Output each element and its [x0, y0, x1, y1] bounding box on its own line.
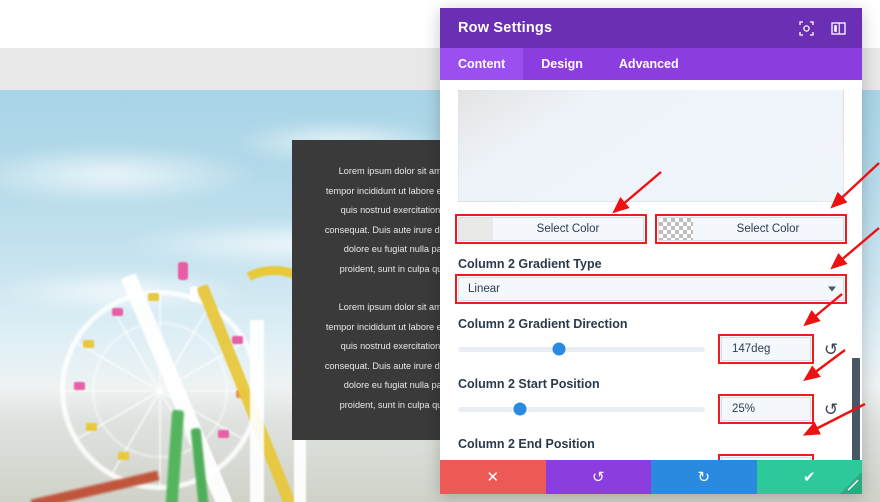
overlay-line: quis nostrud exercitation ull [340, 341, 452, 351]
overlay-line: Lorem ipsum dolor sit amet, [338, 166, 452, 176]
overlay-line: tempor incididunt ut labore et d [325, 185, 452, 196]
overlay-paragraph: Lorem ipsum dolor sit amet, tempor incid… [302, 298, 452, 415]
page-title: Row Settings [458, 20, 553, 36]
select-color-button-start[interactable]: Select Color [455, 214, 647, 244]
overlay-text-panel: Lorem ipsum dolor sit amet, tempor incid… [292, 140, 462, 440]
label-gradient-direction: Column 2 Gradient Direction [458, 317, 628, 331]
label-start-position: Column 2 Start Position [458, 377, 600, 391]
slider-knob-gradient-direction[interactable] [552, 342, 566, 356]
undo-button[interactable]: ↺ [545, 460, 651, 494]
wheel-gondola [218, 430, 229, 438]
slider-track-start-position[interactable] [458, 402, 705, 416]
screenshot-root: Lorem ipsum dolor sit amet, tempor incid… [0, 0, 880, 502]
slider-row-gradient-direction: 147deg ↺ [458, 334, 844, 364]
select-color-label: Select Color [736, 223, 800, 235]
row-settings-modal: Row Settings Content Design Advanced Sel… [440, 8, 862, 494]
wheel-gondola [118, 452, 129, 460]
overlay-line: proident, sunt in culpa qui o [339, 399, 452, 410]
value-input-gradient-direction[interactable]: 147deg [718, 334, 814, 364]
color-swatch-end-transparent [659, 218, 693, 240]
overlay-line: Lorem ipsum dolor sit amet, [338, 302, 452, 312]
slider-knob-start-position[interactable] [513, 402, 527, 416]
overlay-line: dolore eu fugiat nulla paria [343, 244, 452, 254]
slider-row-start-position: 25% ↺ [458, 394, 844, 424]
modal-header: Row Settings [440, 8, 862, 48]
overlay-line: proident, sunt in culpa qui o [339, 263, 452, 274]
overlay-line: consequat. Duis aute irure dolo [324, 224, 452, 235]
modal-body: Select Color Select Color Column 2 Gradi… [440, 80, 862, 460]
layout-columns-icon[interactable] [828, 18, 848, 38]
label-gradient-type: Column 2 Gradient Type [458, 257, 602, 271]
gradient-preview [458, 90, 844, 202]
overlay-line: tempor incididunt ut labore et d [325, 321, 452, 332]
gradient-type-select[interactable]: Linear Radial [458, 277, 844, 301]
modal-scrollbar-thumb[interactable] [852, 358, 860, 460]
wheel-gondola [112, 308, 123, 316]
wheel-gondola [83, 340, 94, 348]
wheel-gondola [148, 293, 159, 301]
color-swatch-start [459, 218, 493, 240]
pink-flag [178, 262, 188, 280]
wheel-spoke [159, 389, 161, 489]
color-picker-row: Select Color Select Color [455, 214, 847, 244]
overlay-line: consequat. Duis aute irure dolo [324, 360, 452, 371]
tab-content[interactable]: Content [440, 48, 524, 80]
select-color-button-end[interactable]: Select Color [655, 214, 847, 244]
modal-tabbar: Content Design Advanced [440, 48, 862, 80]
slider-track-gradient-direction[interactable] [458, 342, 705, 356]
overlay-line: dolore eu fugiat nulla paria [343, 380, 452, 390]
wheel-gondola [74, 382, 85, 390]
modal-action-bar: ✕ ↺ ↻ ✔ [440, 460, 862, 494]
overlay-paragraph: Lorem ipsum dolor sit amet, tempor incid… [302, 162, 452, 279]
value-input-start-position[interactable]: 25% [718, 394, 814, 424]
label-end-position: Column 2 End Position [458, 437, 595, 451]
cancel-button[interactable]: ✕ [440, 460, 546, 494]
select-color-label: Select Color [536, 223, 600, 235]
redo-button[interactable]: ↻ [651, 460, 757, 494]
support-pylon [250, 320, 264, 502]
tab-design[interactable]: Design [523, 48, 601, 80]
wheel-spoke [62, 390, 162, 392]
reset-icon-start-position[interactable]: ↺ [818, 401, 844, 418]
overlay-line: quis nostrud exercitation ull [340, 205, 452, 215]
tab-advanced[interactable]: Advanced [601, 48, 697, 80]
focus-icon[interactable] [796, 18, 816, 38]
gradient-type-select-wrap: Linear Radial [455, 274, 847, 304]
cloud-icon [0, 145, 260, 205]
reset-icon-gradient-direction[interactable]: ↺ [818, 341, 844, 358]
wheel-gondola [86, 423, 97, 431]
